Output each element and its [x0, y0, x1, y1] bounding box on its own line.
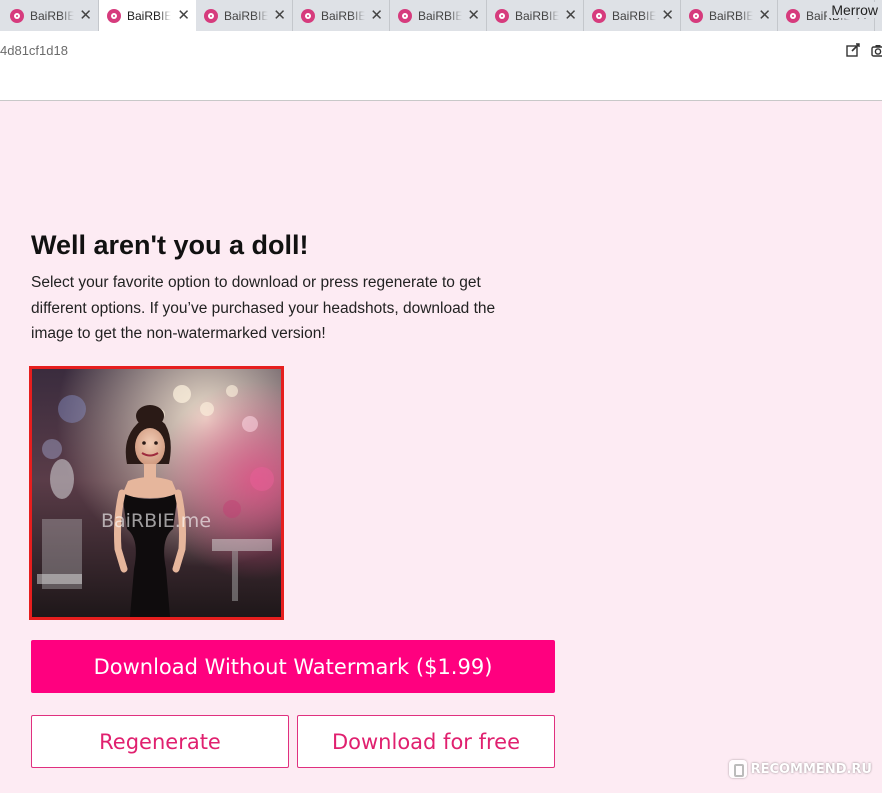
browser-tab[interactable]: BaiRBIE ✕ — [2, 0, 99, 31]
tab-title: BaiRBIE — [709, 8, 753, 23]
close-icon[interactable]: ✕ — [564, 8, 577, 23]
browser-tab[interactable]: BaiRBIE ✕ — [293, 0, 390, 31]
favicon-icon — [398, 8, 412, 23]
favicon-icon — [301, 8, 315, 23]
url-text[interactable]: 4d81cf1d18 — [0, 43, 68, 58]
favicon-icon — [10, 8, 24, 23]
address-bar: 4d81cf1d18 — [0, 31, 882, 101]
generated-image[interactable]: BaiRBIE.me — [29, 366, 284, 620]
browser-tab[interactable]: BaiRBIE ✕ — [196, 0, 293, 31]
regenerate-button[interactable]: Regenerate — [31, 715, 289, 768]
image-watermark: BaiRBIE.me — [101, 510, 211, 532]
download-without-watermark-button[interactable]: Download Without Watermark ($1.99) — [31, 640, 555, 693]
tab-title: BaiRBIE — [30, 8, 74, 23]
site-watermark: RECOMMEND.RU — [728, 760, 872, 778]
browser-tab[interactable]: BaiRBIE ✕ — [99, 0, 196, 31]
close-icon[interactable]: ✕ — [370, 8, 383, 23]
page-content: Well aren't you a doll! Select your favo… — [0, 102, 882, 793]
close-icon[interactable]: ✕ — [758, 8, 771, 23]
page-description: Select your favorite option to download … — [31, 274, 496, 342]
browser-tab[interactable]: BaiRBIE ✕ — [487, 0, 584, 31]
tab-title: BaiRBIE — [418, 8, 462, 23]
browser-tab[interactable]: BaiRBIE ✕ — [584, 0, 681, 31]
profile-name[interactable]: Merrow — [827, 2, 878, 18]
tab-title: BaiRBIE — [612, 8, 656, 23]
close-icon[interactable]: ✕ — [177, 8, 190, 23]
camera-icon[interactable] — [870, 42, 882, 58]
download-free-button[interactable]: Download for free — [297, 715, 555, 768]
favicon-icon — [689, 8, 703, 23]
favicon-icon — [107, 8, 121, 23]
close-icon[interactable]: ✕ — [661, 8, 674, 23]
favicon-icon — [495, 8, 509, 23]
close-icon[interactable]: ✕ — [467, 8, 480, 23]
tab-title: BaiRBIE — [321, 8, 365, 23]
favicon-icon — [204, 8, 218, 23]
site-watermark-text: RECOMMEND.RU — [750, 761, 872, 777]
close-icon[interactable]: ✕ — [273, 8, 286, 23]
tab-title: BaiRBIE — [127, 8, 171, 23]
page-title: Well aren't you a doll! — [31, 230, 309, 260]
edit-icon[interactable] — [845, 42, 861, 58]
close-icon[interactable]: ✕ — [79, 8, 92, 23]
tab-strip: BaiRBIE ✕ BaiRBIE ✕ BaiRBIE ✕ BaiRBIE ✕ BaiRBIE ✕… — [0, 0, 882, 31]
favicon-icon — [786, 8, 800, 23]
browser-tab[interactable]: BaiRBIE ✕ — [390, 0, 487, 31]
doll-photo: BaiRBIE.me — [32, 369, 281, 617]
favicon-icon — [592, 8, 606, 23]
recommend-logo-icon — [728, 760, 747, 778]
tab-title: BaiRBIE — [515, 8, 559, 23]
tab-title: BaiRBIE — [224, 8, 268, 23]
browser-tab[interactable]: BaiRBIE ✕ — [681, 0, 778, 31]
